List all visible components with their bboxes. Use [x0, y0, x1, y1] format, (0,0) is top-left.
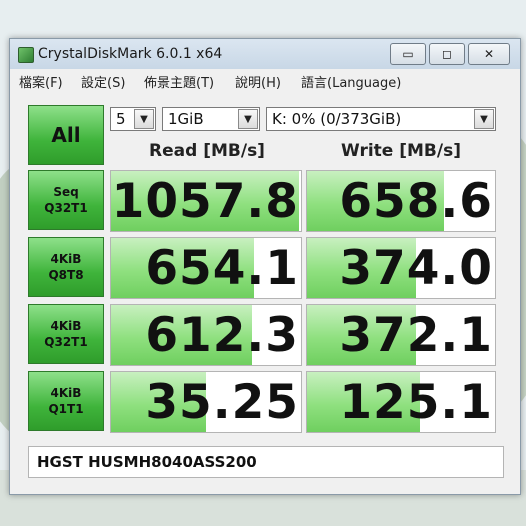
drive-value: K: 0% (0/373GiB) [272, 110, 402, 128]
test-label-line2: Q1T1 [48, 402, 84, 416]
write-result-4kib-q1t1: 125.1 [306, 371, 496, 433]
test-4kib-q8t8-button[interactable]: 4KiB Q8T8 [28, 237, 104, 297]
test-label-line2: Q32T1 [44, 335, 88, 349]
close-button[interactable]: ✕ [468, 43, 510, 65]
write-result-4kib-q8t8: 374.0 [306, 237, 496, 299]
drive-select[interactable]: K: 0% (0/373GiB) ▼ [266, 107, 496, 131]
test-label-line1: 4KiB [50, 386, 82, 400]
test-label-line2: Q8T8 [48, 268, 84, 282]
write-result-seq-q32t1: 658.6 [306, 170, 496, 232]
write-result-value: 374.0 [339, 241, 493, 296]
read-result-value: 35.25 [145, 375, 299, 430]
app-window: CrystalDiskMark 6.0.1 x64 ▭ ◻ ✕ 檔案(F) 設定… [9, 38, 521, 495]
write-result-value: 125.1 [339, 375, 493, 430]
read-result-4kib-q1t1: 35.25 [110, 371, 302, 433]
maximize-button[interactable]: ◻ [429, 43, 465, 65]
write-result-4kib-q32t1: 372.1 [306, 304, 496, 366]
minimize-icon: ▭ [402, 47, 414, 61]
read-result-value: 612.3 [145, 308, 299, 363]
menu-file[interactable]: 檔案(F) [19, 72, 63, 91]
read-result-seq-q32t1: 1057.8 [110, 170, 302, 232]
window-title: CrystalDiskMark 6.0.1 x64 [38, 46, 223, 62]
minimize-button[interactable]: ▭ [390, 43, 426, 65]
test-4kib-q32t1-button[interactable]: 4KiB Q32T1 [28, 304, 104, 364]
menu-help[interactable]: 說明(H) [235, 72, 281, 91]
test-count-select[interactable]: 5 ▼ [110, 107, 156, 131]
read-column-header: Read [MB/s] [149, 141, 265, 161]
run-all-button[interactable]: All [28, 105, 104, 165]
test-label-line1: 4KiB [50, 319, 82, 333]
close-icon: ✕ [483, 47, 495, 61]
title-bar[interactable]: CrystalDiskMark 6.0.1 x64 ▭ ◻ ✕ [10, 39, 520, 69]
read-result-4kib-q8t8: 654.1 [110, 237, 302, 299]
maximize-icon: ◻ [442, 47, 452, 61]
write-column-header: Write [MB/s] [341, 141, 461, 161]
chevron-down-icon: ▼ [474, 109, 494, 129]
drive-model-field[interactable]: HGST HUSMH8040ASS200 [28, 446, 504, 478]
write-result-value: 658.6 [339, 174, 493, 229]
read-result-value: 1057.8 [111, 174, 299, 229]
menu-settings[interactable]: 設定(S) [81, 72, 125, 91]
test-4kib-q1t1-button[interactable]: 4KiB Q1T1 [28, 371, 104, 431]
chevron-down-icon: ▼ [134, 109, 154, 129]
test-label-line2: Q32T1 [44, 201, 88, 215]
menu-bar: 檔案(F) 設定(S) 佈景主題(T) 說明(H) 語言(Language) [10, 69, 520, 91]
read-result-4kib-q32t1: 612.3 [110, 304, 302, 366]
read-result-value: 654.1 [145, 241, 299, 296]
menu-theme[interactable]: 佈景主題(T) [144, 72, 214, 91]
test-label-line1: 4KiB [50, 252, 82, 266]
test-label-line1: Seq [53, 185, 79, 199]
write-result-value: 372.1 [339, 308, 493, 363]
test-size-value: 1GiB [168, 110, 204, 128]
chevron-down-icon: ▼ [238, 109, 258, 129]
test-count-value: 5 [116, 110, 126, 128]
test-size-select[interactable]: 1GiB ▼ [162, 107, 260, 131]
test-seq-q32t1-button[interactable]: Seq Q32T1 [28, 170, 104, 230]
main-panel: All 5 ▼ 1GiB ▼ K: 0% (0/373GiB) ▼ Read [… [10, 91, 520, 494]
menu-language[interactable]: 語言(Language) [301, 72, 401, 91]
app-icon [18, 47, 34, 63]
